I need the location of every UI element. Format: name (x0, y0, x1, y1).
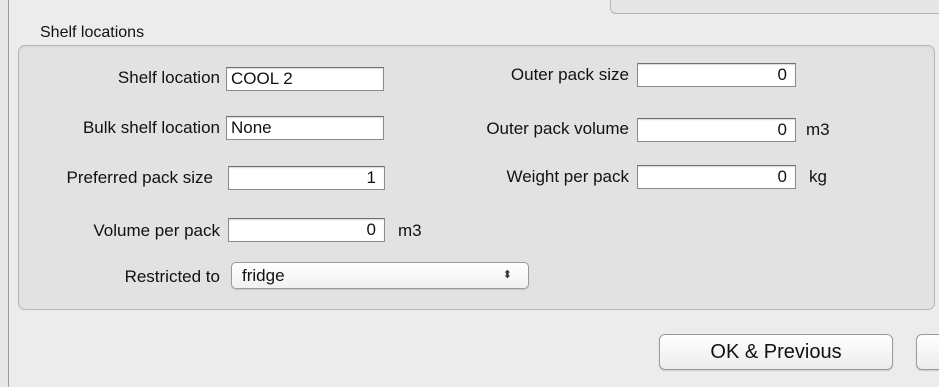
volume-per-pack-unit: m3 (398, 221, 422, 240)
restricted-to-select[interactable]: fridge ⬍ (231, 262, 529, 289)
shelf-locations-title: Shelf locations (40, 24, 145, 41)
restricted-to-label: Restricted to (124, 267, 220, 286)
outer-pack-volume-field[interactable]: 0 (637, 118, 796, 142)
next-button[interactable] (916, 334, 939, 370)
outer-pack-size-label: Outer pack size (510, 65, 629, 84)
weight-per-pack-field[interactable]: 0 (637, 165, 796, 189)
weight-per-pack-label: Weight per pack (506, 167, 629, 186)
top-panel-edge (610, 0, 939, 14)
restricted-to-value: fridge (242, 266, 285, 285)
volume-per-pack-field[interactable]: 0 (228, 218, 385, 242)
bulk-shelf-location-label: Bulk shelf location (82, 118, 220, 137)
bulk-shelf-location-field[interactable]: None (226, 116, 384, 140)
outer-pack-size-field[interactable]: 0 (637, 63, 796, 87)
outer-pack-volume-label: Outer pack volume (486, 119, 629, 138)
select-arrows-icon: ⬍ (502, 269, 512, 281)
volume-per-pack-label: Volume per pack (93, 221, 220, 240)
weight-per-pack-unit: kg (809, 167, 827, 186)
ok-previous-button[interactable]: OK & Previous (659, 334, 893, 370)
outer-pack-volume-unit: m3 (806, 120, 830, 139)
preferred-pack-size-field[interactable]: 1 (228, 166, 385, 190)
preferred-pack-size-label: Preferred pack size (66, 168, 213, 187)
shelf-location-field[interactable]: COOL 2 (226, 67, 384, 91)
shelf-location-label: Shelf location (117, 68, 220, 87)
